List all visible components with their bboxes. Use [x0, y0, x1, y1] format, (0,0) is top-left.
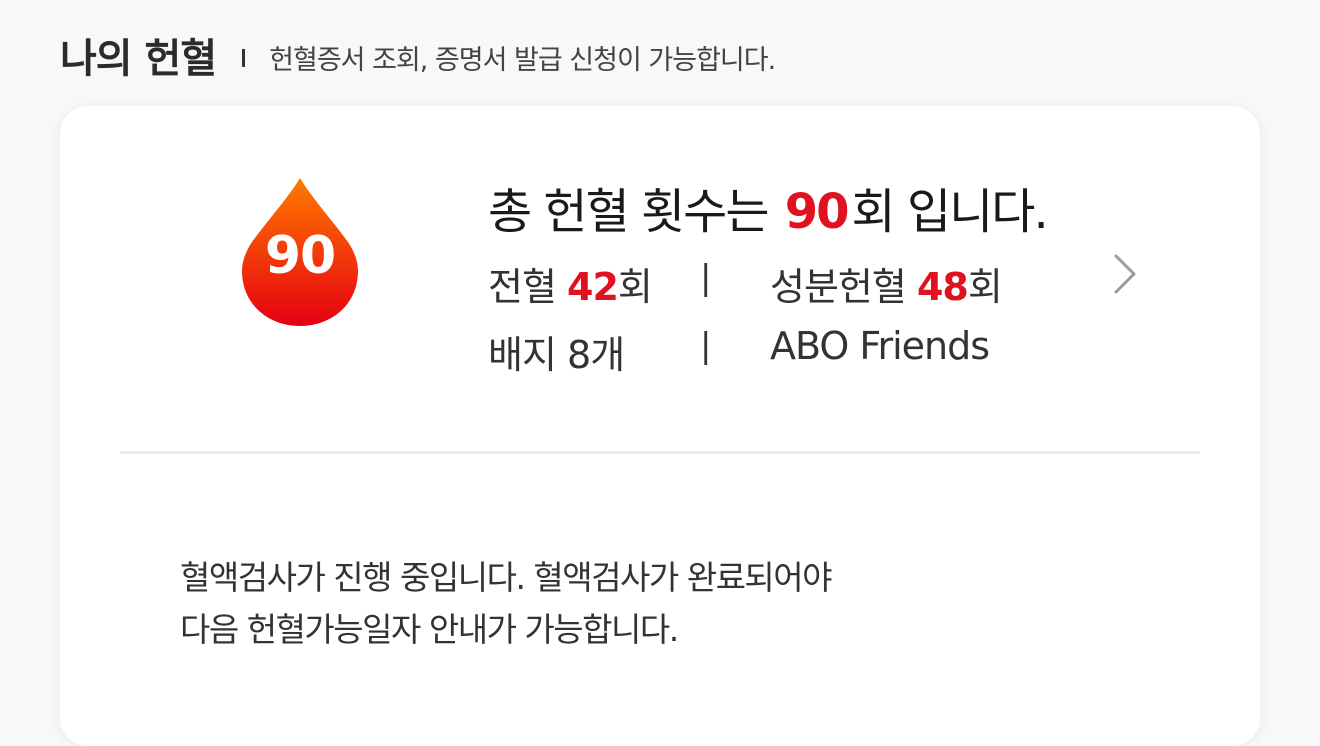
- notice-line-1: 혈액검사가 진행 중입니다. 혈액검사가 완료되어야: [180, 558, 833, 597]
- drop-count: 90: [264, 226, 336, 286]
- chevron-right-icon[interactable]: [1110, 252, 1140, 296]
- whole-blood-stat: 전혈 42회: [488, 256, 653, 311]
- badge-unit: 개: [590, 333, 625, 377]
- whole-blood-count: 42: [567, 265, 619, 309]
- badge-label: 배지: [488, 333, 557, 377]
- summary-suffix: 회 입니다.: [851, 184, 1049, 240]
- whole-blood-label: 전혈: [488, 265, 557, 309]
- badge-stat: 배지 8개: [488, 324, 625, 379]
- component-unit: 회: [967, 265, 1003, 309]
- component-count: 48: [916, 265, 969, 309]
- page-subtitle: 헌혈증서 조회, 증명서 발급 신청이 가능합니다.: [269, 44, 776, 76]
- total-donation-summary: 총 헌혈 횟수는 90회 입니다.: [488, 172, 1049, 242]
- donation-summary-card: 90 총 헌혈 횟수는 90회 입니다. 전혈 42회 | 성분헌혈 48회 배…: [60, 106, 1260, 746]
- section-divider: [120, 451, 1200, 454]
- badge-name: ABO Friends: [770, 324, 990, 368]
- component-label: 성분헌혈: [770, 265, 907, 309]
- notice-line-2: 다음 헌혈가능일자 안내가 가능합니다.: [180, 610, 679, 649]
- test-notice: 혈액검사가 진행 중입니다. 혈액검사가 완료되어야 다음 헌혈가능일자 안내가…: [180, 552, 833, 656]
- page-header: 나의 헌혈 헌혈증서 조회, 증명서 발급 신청이 가능합니다.: [60, 26, 776, 84]
- total-count: 90: [784, 184, 850, 240]
- badge-count: 8: [567, 333, 591, 377]
- whole-blood-unit: 회: [617, 265, 653, 309]
- stat-separator: |: [700, 326, 712, 366]
- header-divider: [242, 49, 246, 67]
- component-stat: 성분헌혈 48회: [770, 256, 1003, 311]
- stat-separator: |: [700, 258, 712, 298]
- page-title: 나의 헌혈: [60, 36, 217, 82]
- summary-prefix: 총 헌혈 횟수는: [488, 184, 769, 240]
